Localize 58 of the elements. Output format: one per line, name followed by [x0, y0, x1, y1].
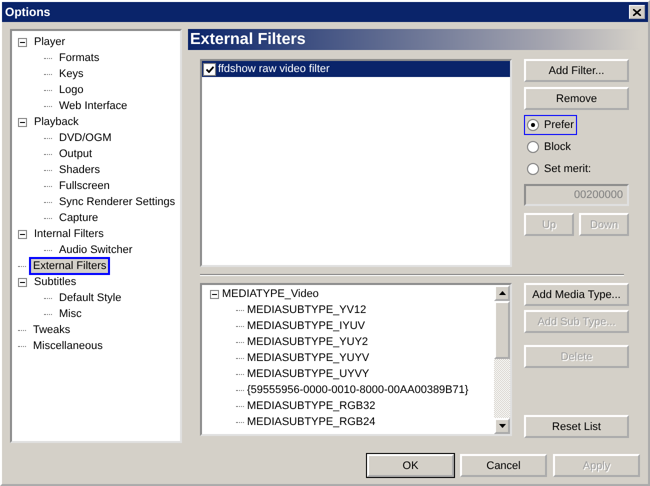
collapse-icon[interactable]	[210, 290, 219, 298]
tree-item[interactable]: Sync Renderer Settings	[55, 193, 180, 211]
tree-item[interactable]: Formats	[55, 49, 104, 67]
collapse-icon[interactable]	[18, 118, 27, 126]
close-button[interactable]	[629, 5, 645, 19]
radio-option[interactable]: Block	[524, 137, 574, 157]
tree-item[interactable]: MEDIASUBTYPE_YUYV	[247, 352, 370, 364]
down-arrow-icon	[498, 424, 506, 428]
collapse-icon[interactable]	[18, 230, 27, 238]
tree-item[interactable]: Subtitles	[30, 273, 80, 291]
tree-item[interactable]: Tweaks	[29, 321, 74, 339]
tree-item[interactable]: External Filters	[29, 257, 110, 275]
dialog-button[interactable]: Cancel	[460, 454, 547, 477]
tree-item[interactable]: Capture	[55, 209, 102, 227]
tree-item[interactable]: Misc	[55, 305, 86, 323]
tree-item[interactable]: MEDIATYPE_Video	[222, 288, 319, 300]
window-title: Options	[5, 5, 50, 19]
dialog-button[interactable]: OK	[367, 454, 454, 477]
action-button[interactable]: Add Filter...	[524, 59, 629, 82]
tree-item[interactable]: Web Interface	[55, 97, 132, 115]
tree-item[interactable]: Keys	[55, 65, 88, 83]
collapse-icon[interactable]	[18, 38, 27, 46]
tree-item[interactable]: Fullscreen	[55, 177, 114, 195]
tree-item[interactable]: Playback	[30, 113, 83, 131]
close-icon	[633, 8, 641, 16]
collapse-icon[interactable]	[18, 278, 27, 286]
tree-item[interactable]: Logo	[55, 81, 88, 99]
tree-item[interactable]: MEDIASUBTYPE_IYUV	[247, 320, 365, 332]
tree-item[interactable]: Audio Switcher	[55, 241, 136, 259]
tree-item[interactable]: Miscellaneous	[29, 337, 107, 355]
tree-item[interactable]: {59555956-0000-0010-8000-00AA00389B71}	[247, 384, 468, 396]
tree-item[interactable]: MEDIASUBTYPE_RGB24	[247, 416, 376, 428]
checkmark-icon	[206, 66, 214, 72]
radio-icon	[527, 119, 539, 131]
up-arrow-icon	[498, 291, 506, 295]
radio-icon	[527, 141, 539, 153]
tree-item[interactable]: MEDIASUBTYPE_YV12	[247, 304, 366, 316]
checkbox[interactable]	[203, 62, 216, 76]
tree-item[interactable]: Output	[55, 145, 96, 163]
action-button[interactable]: Reset List	[524, 415, 629, 438]
scroll-up-button[interactable]	[494, 285, 510, 301]
tree-item[interactable]: Shaders	[55, 161, 104, 179]
tree-item[interactable]: MEDIASUBTYPE_RGB32	[247, 400, 376, 412]
filter-row[interactable]: ffdshow raw video filter	[202, 61, 510, 77]
scroll-thumb[interactable]	[494, 301, 510, 359]
scrollbar[interactable]	[494, 285, 510, 434]
action-button[interactable]: Remove	[524, 87, 629, 110]
tree-item[interactable]: Default Style	[55, 289, 126, 307]
tree-item[interactable]: DVD/OGM	[55, 129, 116, 147]
radio-option[interactable]: Set merit:	[524, 159, 594, 179]
tree-item[interactable]: Player	[30, 33, 70, 51]
radio-icon	[527, 163, 539, 175]
tree-item[interactable]: MEDIASUBTYPE_YUY2	[247, 336, 368, 348]
tree-item[interactable]: MEDIASUBTYPE_UYVY	[247, 368, 370, 380]
action-button[interactable]: Add Media Type...	[524, 283, 629, 306]
radio-option[interactable]: Prefer	[524, 115, 577, 135]
tree-item[interactable]: Internal Filters	[30, 225, 108, 243]
scroll-down-button[interactable]	[494, 418, 510, 434]
